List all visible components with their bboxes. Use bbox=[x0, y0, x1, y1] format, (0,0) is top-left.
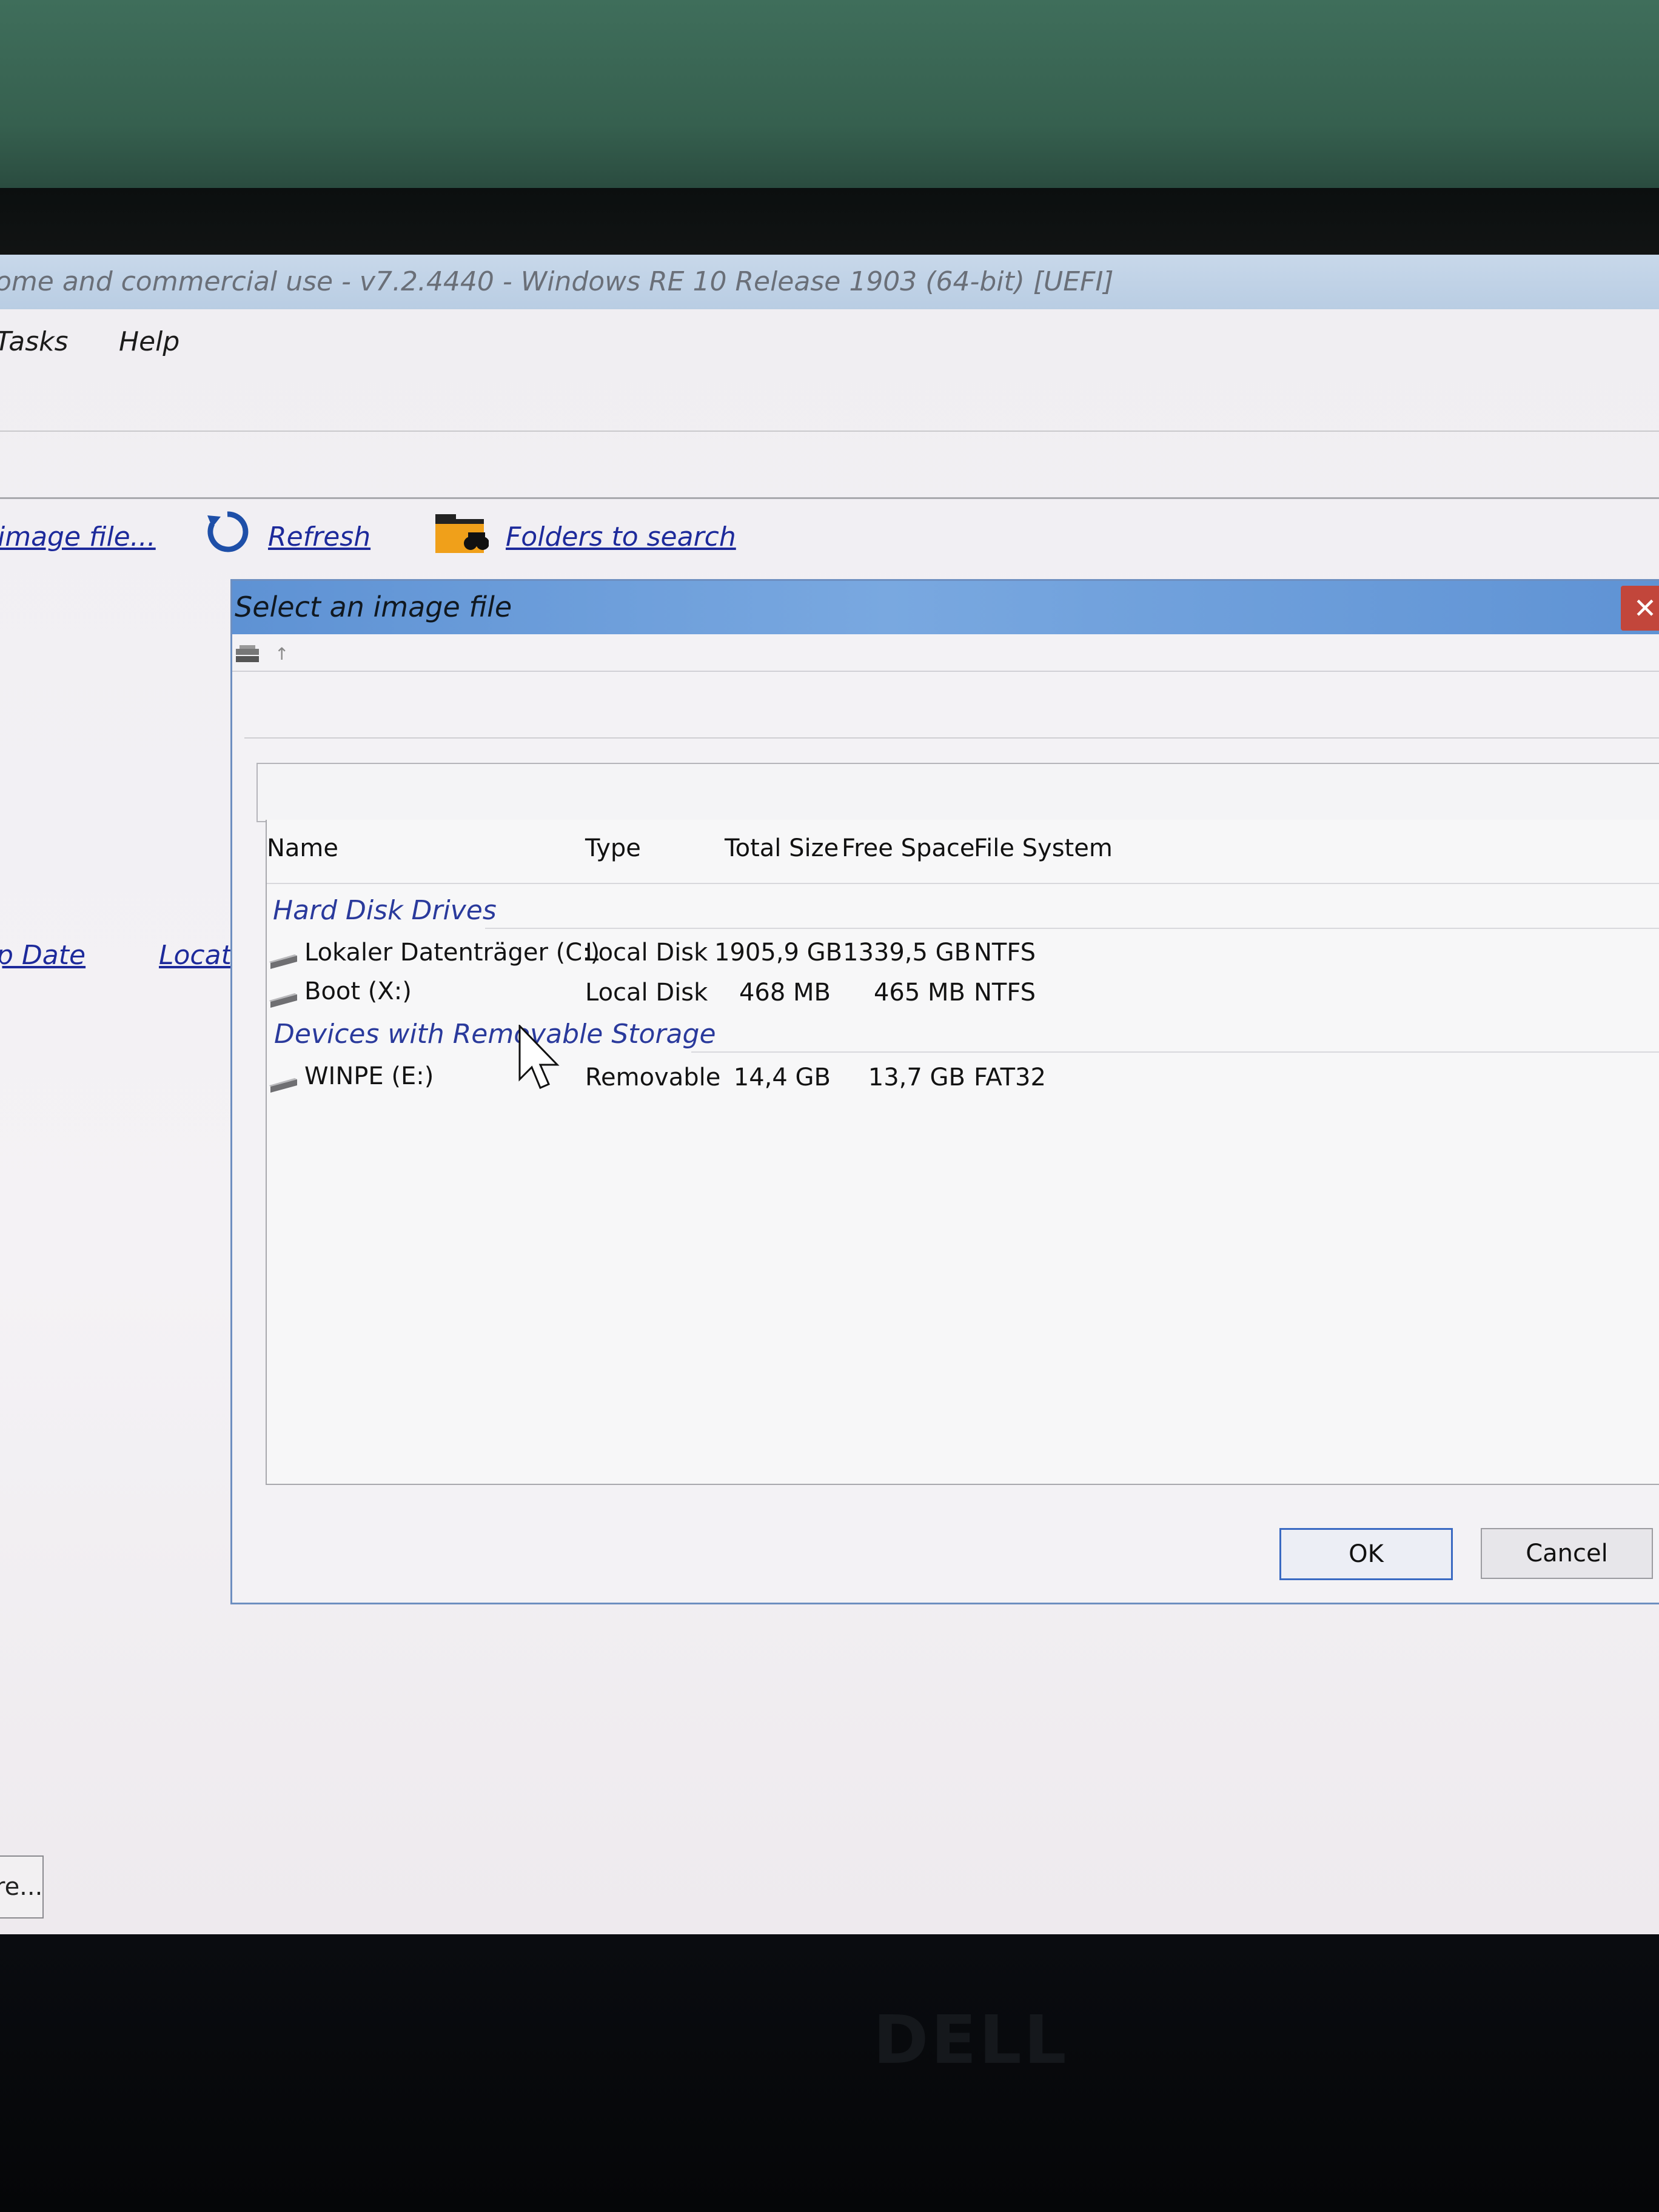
screen: ome and commercial use - v7.2.4440 - Win… bbox=[0, 255, 1659, 1940]
dialog-title: Select an image file bbox=[235, 591, 512, 623]
drive-row-type: Local Disk bbox=[585, 979, 708, 1007]
drive-icon bbox=[269, 1078, 297, 1093]
monitor-bezel-top bbox=[0, 188, 1659, 261]
drive-row-name[interactable]: Boot (X:) bbox=[304, 977, 412, 1005]
drives-view-icon[interactable] bbox=[235, 644, 261, 666]
drive-row-type: Local Disk bbox=[585, 939, 708, 967]
column-header-total-size[interactable]: Total Size bbox=[725, 834, 839, 862]
refresh-link[interactable]: Refresh bbox=[268, 521, 370, 552]
group-hard-disk-drives: Hard Disk Drives bbox=[273, 895, 497, 926]
browse-image-file-link[interactable]: image file... bbox=[0, 521, 156, 552]
drive-row-free: 465 MB bbox=[873, 979, 965, 1007]
folders-to-search-link[interactable]: Folders to search bbox=[506, 521, 736, 552]
divider bbox=[485, 928, 1659, 929]
cancel-button[interactable]: Cancel bbox=[1481, 1528, 1653, 1579]
divider bbox=[244, 737, 1659, 739]
group-removable-storage: Devices with Removable Storage bbox=[274, 1019, 716, 1050]
monitor-bezel-bottom: DELL bbox=[0, 1934, 1659, 2212]
divider bbox=[0, 497, 1659, 499]
drive-row-free: 13,7 GB bbox=[868, 1064, 965, 1091]
drive-row-fs: NTFS bbox=[974, 979, 1036, 1007]
menu-bar: Tasks Help bbox=[0, 315, 1659, 364]
folder-search-icon[interactable] bbox=[434, 508, 489, 557]
brand-logo: DELL bbox=[873, 2001, 1069, 2079]
refresh-icon[interactable] bbox=[205, 509, 250, 554]
drive-row-name[interactable]: Lokaler Datenträger (C:) bbox=[304, 939, 600, 967]
select-image-dialog: Select an image file ✕ ↑ Name Type Total… bbox=[230, 579, 1659, 1604]
drive-row-total: 468 MB bbox=[739, 979, 831, 1007]
drive-row-name[interactable]: WINPE (E:) bbox=[304, 1062, 434, 1090]
drive-list[interactable]: Name Type Total Size Free Space File Sys… bbox=[266, 820, 1659, 1485]
divider bbox=[0, 431, 1659, 432]
drive-row-fs: FAT32 bbox=[974, 1064, 1046, 1091]
column-header-file-system[interactable]: File System bbox=[974, 834, 1113, 862]
more-button[interactable]: re... bbox=[0, 1855, 44, 1919]
app-title-bar: ome and commercial use - v7.2.4440 - Win… bbox=[0, 255, 1659, 309]
dialog-title-bar: Select an image file ✕ bbox=[232, 581, 1659, 634]
drive-row-free: 1339,5 GB bbox=[843, 939, 971, 967]
drive-row-fs: NTFS bbox=[974, 939, 1036, 967]
divider bbox=[232, 671, 1659, 672]
drive-icon bbox=[269, 954, 297, 969]
column-backup-date[interactable]: p Date bbox=[0, 940, 85, 971]
menu-help[interactable]: Help bbox=[119, 326, 179, 357]
path-bar[interactable] bbox=[256, 763, 1659, 822]
app-title: ome and commercial use - v7.2.4440 - Win… bbox=[0, 266, 1114, 297]
divider bbox=[691, 1051, 1659, 1053]
drive-row-type: Removable bbox=[585, 1064, 721, 1091]
mouse-cursor-icon bbox=[518, 1025, 560, 1089]
column-header-type[interactable]: Type bbox=[585, 834, 641, 862]
close-icon[interactable]: ✕ bbox=[1621, 586, 1659, 631]
column-location[interactable]: Locati bbox=[159, 940, 239, 971]
divider bbox=[267, 883, 1659, 884]
up-folder-icon[interactable]: ↑ bbox=[275, 644, 289, 666]
menu-tasks[interactable]: Tasks bbox=[0, 326, 69, 357]
drive-icon bbox=[269, 993, 297, 1008]
background-wall bbox=[0, 0, 1659, 206]
column-header-name[interactable]: Name bbox=[267, 834, 338, 862]
column-header-free-space[interactable]: Free Space bbox=[842, 834, 975, 862]
drive-row-total: 14,4 GB bbox=[733, 1064, 831, 1091]
ok-button[interactable]: OK bbox=[1279, 1528, 1453, 1580]
drive-row-total: 1905,9 GB bbox=[714, 939, 843, 967]
